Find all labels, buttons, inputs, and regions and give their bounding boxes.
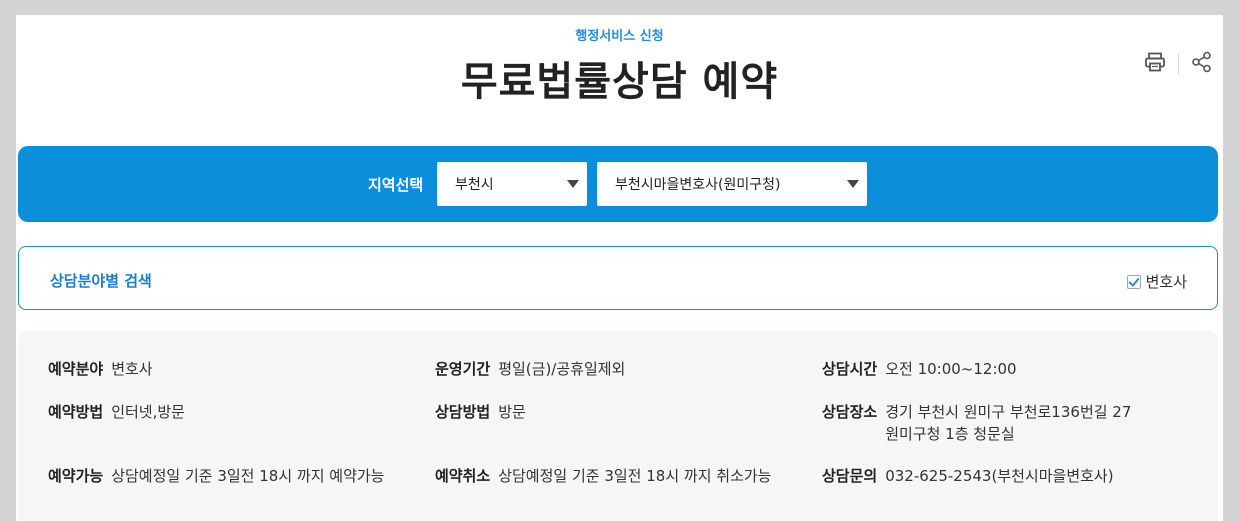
info-key: 상담문의 xyxy=(822,467,878,485)
info-cancel: 예약취소 상담예정일 기준 3일전 18시 까지 취소가능 xyxy=(435,465,771,487)
info-place: 상담장소 경기 부천시 원미구 부천로136번길 27 원미구청 1층 청문실 xyxy=(822,401,1135,445)
page-title: 무료법률상담 예약 xyxy=(460,59,779,105)
info-available: 예약가능 상담예정일 기준 3일전 18시 까지 예약가능 xyxy=(48,465,384,487)
info-key: 상담시간 xyxy=(822,360,878,378)
field-search-box: 상담분야별 검색 변호사 xyxy=(18,246,1218,310)
info-consult-method: 상담방법 방문 xyxy=(435,401,526,423)
region-label: 지역선택 xyxy=(368,176,424,194)
info-key: 운영기간 xyxy=(435,360,491,378)
print-button[interactable] xyxy=(1140,51,1170,77)
info-value: 인터넷,방문 xyxy=(111,403,185,421)
info-key: 예약방법 xyxy=(48,403,104,421)
info-value: 오전 10:00~12:00 xyxy=(885,360,1017,378)
lawyer-checkbox[interactable]: 변호사 xyxy=(1126,271,1187,292)
office-select[interactable]: 부천시마을변호사(원미구청) xyxy=(597,162,867,206)
info-period: 운영기간 평일(금)/공휴일제외 xyxy=(435,358,625,380)
chevron-down-icon xyxy=(567,180,579,188)
reservation-info-panel: 예약분야 변호사 운영기간 평일(금)/공휴일제외 상담시간 오전 10:00~… xyxy=(18,331,1218,521)
info-time: 상담시간 오전 10:00~12:00 xyxy=(822,358,1017,380)
info-value: 상담예정일 기준 3일전 18시 까지 예약가능 xyxy=(111,467,385,485)
region-select-bar: 지역선택 부천시 부천시마을변호사(원미구청) xyxy=(18,146,1218,222)
info-value: 평일(금)/공휴일제외 xyxy=(498,360,626,378)
info-value: 방문 xyxy=(498,403,526,421)
info-method: 예약방법 인터넷,방문 xyxy=(48,401,185,423)
info-key: 예약가능 xyxy=(48,467,104,485)
city-select[interactable]: 부천시 xyxy=(437,162,587,206)
page-container: 행정서비스 신청 무료법률상담 예약 지역선택 부천시 부천시마을변호사(원미구… xyxy=(16,15,1223,521)
info-contact: 상담문의 032-625-2543(부천시마을변호사) xyxy=(822,465,1114,487)
chevron-down-icon xyxy=(847,180,859,188)
info-value: 변호사 xyxy=(111,360,153,378)
info-value: 상담예정일 기준 3일전 18시 까지 취소가능 xyxy=(498,467,772,485)
share-icon xyxy=(1191,51,1213,77)
breadcrumb[interactable]: 행정서비스 신청 xyxy=(16,25,1223,44)
field-search-title: 상담분야별 검색 xyxy=(50,272,152,290)
info-key: 상담장소 xyxy=(822,403,878,421)
info-key: 예약취소 xyxy=(435,467,491,485)
info-key: 예약분야 xyxy=(48,360,104,378)
tool-divider xyxy=(1178,54,1179,74)
share-button[interactable] xyxy=(1187,51,1217,77)
info-key: 상담방법 xyxy=(435,403,491,421)
city-select-value: 부천시 xyxy=(455,177,494,193)
checkbox-checked-icon[interactable] xyxy=(1126,274,1141,289)
info-value: 032-625-2543(부천시마을변호사) xyxy=(885,467,1114,485)
lawyer-checkbox-label: 변호사 xyxy=(1145,273,1187,291)
page-tools xyxy=(1140,51,1217,77)
printer-icon xyxy=(1144,51,1166,77)
info-value: 경기 부천시 원미구 부천로136번길 27 원미구청 1층 청문실 xyxy=(885,403,1132,443)
info-field: 예약분야 변호사 xyxy=(48,358,153,380)
office-select-value: 부천시마을변호사(원미구청) xyxy=(615,177,781,193)
